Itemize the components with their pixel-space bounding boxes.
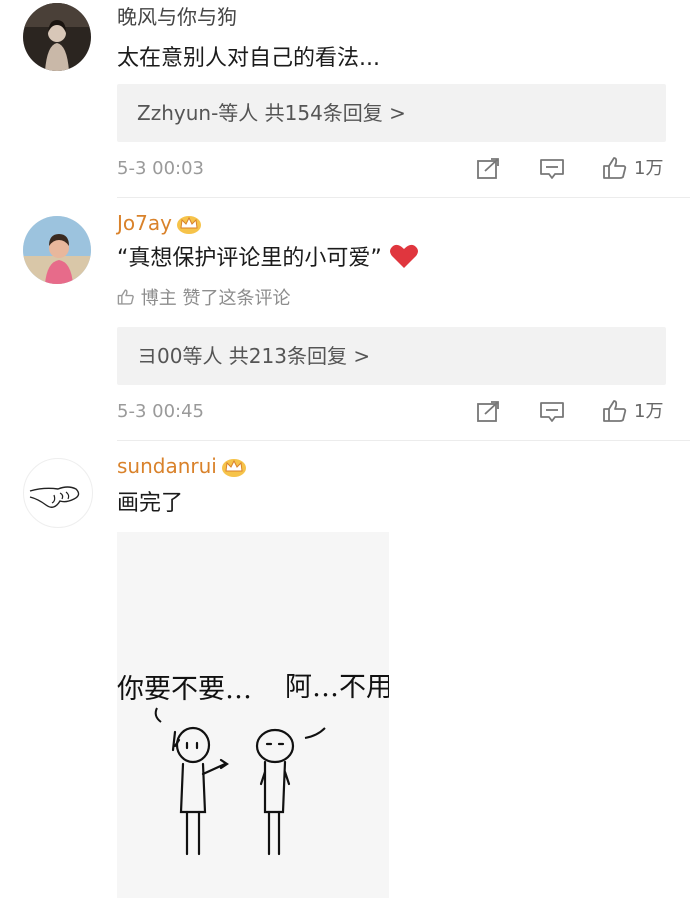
author-liked-text: 博主 赞了这条评论 bbox=[140, 288, 291, 309]
like-count: 1万 bbox=[634, 401, 664, 422]
author-liked: 博主 赞了这条评论 bbox=[117, 287, 290, 311]
crown-icon bbox=[176, 215, 201, 234]
comment-icon[interactable] bbox=[539, 400, 565, 424]
divider bbox=[117, 440, 690, 441]
heart-icon bbox=[389, 244, 418, 268]
share-icon[interactable] bbox=[476, 157, 502, 181]
like-icon[interactable] bbox=[602, 399, 628, 423]
drawing-speech-left: 你要不要… bbox=[117, 674, 252, 705]
username[interactable]: Jo7ay bbox=[117, 210, 202, 236]
username[interactable]: sundanrui bbox=[117, 453, 247, 479]
reply-summary-text: ヨ00等人 共213条回复 > bbox=[137, 344, 371, 368]
username[interactable]: 晚风与你与狗 bbox=[117, 4, 237, 30]
comment-text-label: “真想保护评论里的小可爱” bbox=[117, 246, 382, 271]
reply-summary[interactable]: Zzhyun-等人 共154条回复 > bbox=[117, 84, 666, 142]
thumb-icon bbox=[117, 289, 134, 305]
divider bbox=[117, 197, 690, 198]
avatar[interactable] bbox=[23, 3, 91, 71]
crown-icon bbox=[221, 458, 246, 477]
reply-summary-text: Zzhyun-等人 共154条回复 > bbox=[137, 101, 406, 125]
comment-text: 画完了 bbox=[117, 491, 184, 516]
like-icon[interactable] bbox=[602, 156, 628, 180]
username-label: Jo7ay bbox=[117, 211, 172, 235]
username-label: sundanrui bbox=[117, 454, 217, 478]
avatar[interactable] bbox=[23, 216, 91, 284]
comment-text: 太在意别人对自己的看法... bbox=[117, 46, 380, 71]
comment-text: “真想保护评论里的小可爱” bbox=[117, 244, 419, 274]
drawing-figure-right bbox=[255, 728, 295, 856]
share-icon[interactable] bbox=[476, 400, 502, 424]
timestamp: 5-3 00:03 bbox=[117, 158, 204, 179]
reply-summary[interactable]: ヨ00等人 共213条回复 > bbox=[117, 327, 666, 385]
comment-icon[interactable] bbox=[539, 157, 565, 181]
drawing-figure-left bbox=[171, 726, 229, 856]
drawing-speech-right: 阿…不用 bbox=[285, 672, 389, 703]
timestamp: 5-3 00:45 bbox=[117, 401, 204, 422]
avatar[interactable] bbox=[23, 458, 93, 528]
comment-drawing[interactable]: 你要不要… 阿…不用 bbox=[117, 532, 389, 898]
like-count: 1万 bbox=[634, 158, 664, 179]
